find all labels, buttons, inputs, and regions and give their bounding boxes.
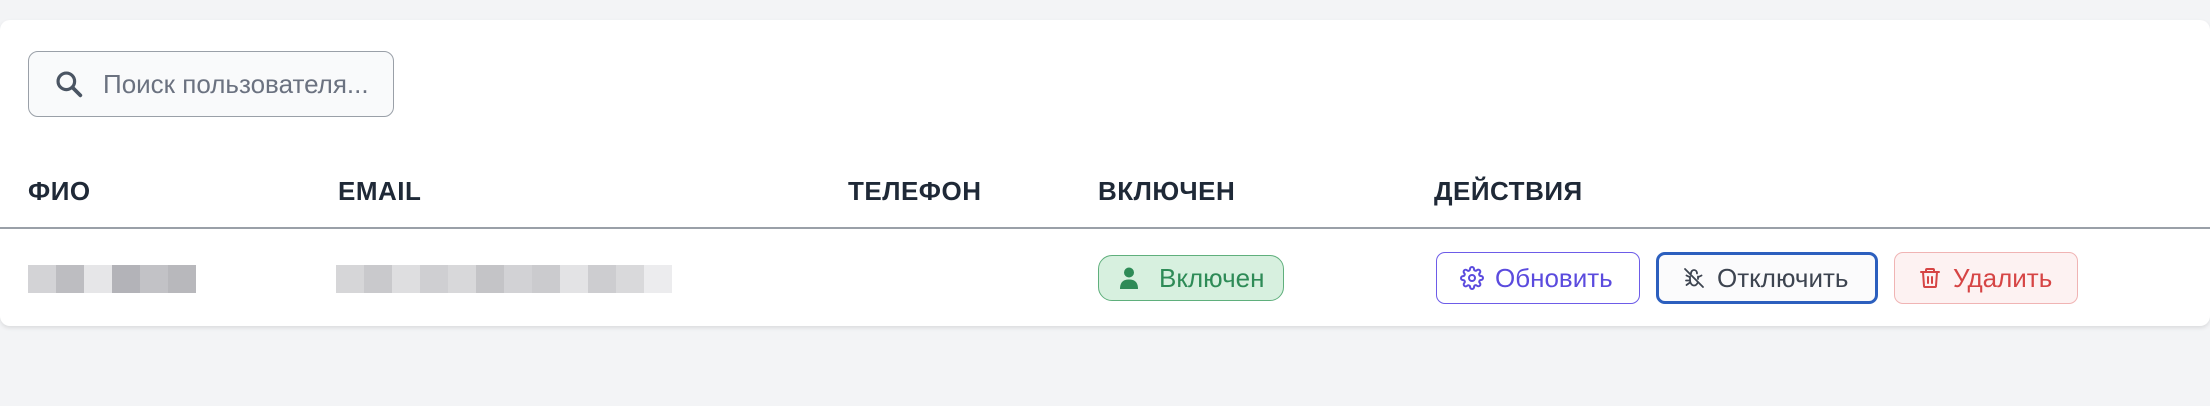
column-header-actions: ДЕЙСТВИЯ [1434,176,1583,206]
update-button-label: Обновить [1495,262,1613,293]
full-name-cell-redacted [28,265,196,293]
status-badge: Включен [1098,255,1284,301]
column-header-email: EMAIL [338,176,422,206]
update-button[interactable]: Обновить [1436,252,1640,304]
status-badge-label: Включен [1159,262,1265,293]
users-card: ФИО EMAIL ТЕЛЕФОН ВКЛЮЧЕН ДЕЙСТВИЯ [0,20,2210,326]
email-cell-redacted [336,265,672,293]
gear-icon [1459,265,1485,291]
user-icon [1119,265,1141,291]
column-header-phone: ТЕЛЕФОН [848,176,982,206]
search-input[interactable] [101,67,405,101]
disable-button[interactable]: Отключить [1656,252,1878,304]
delete-button-label: Удалить [1953,262,2053,293]
search-box[interactable] [28,51,405,117]
header-divider [0,227,2210,229]
delete-button[interactable]: Удалить [1894,252,2078,304]
bug-off-icon [1681,265,1707,291]
disable-button-label: Отключить [1717,262,1849,293]
column-header-full-name: ФИО [28,176,91,206]
column-header-enabled: ВКЛЮЧЕН [1098,176,1236,206]
trash-icon [1917,265,1943,291]
search-icon [53,66,85,102]
